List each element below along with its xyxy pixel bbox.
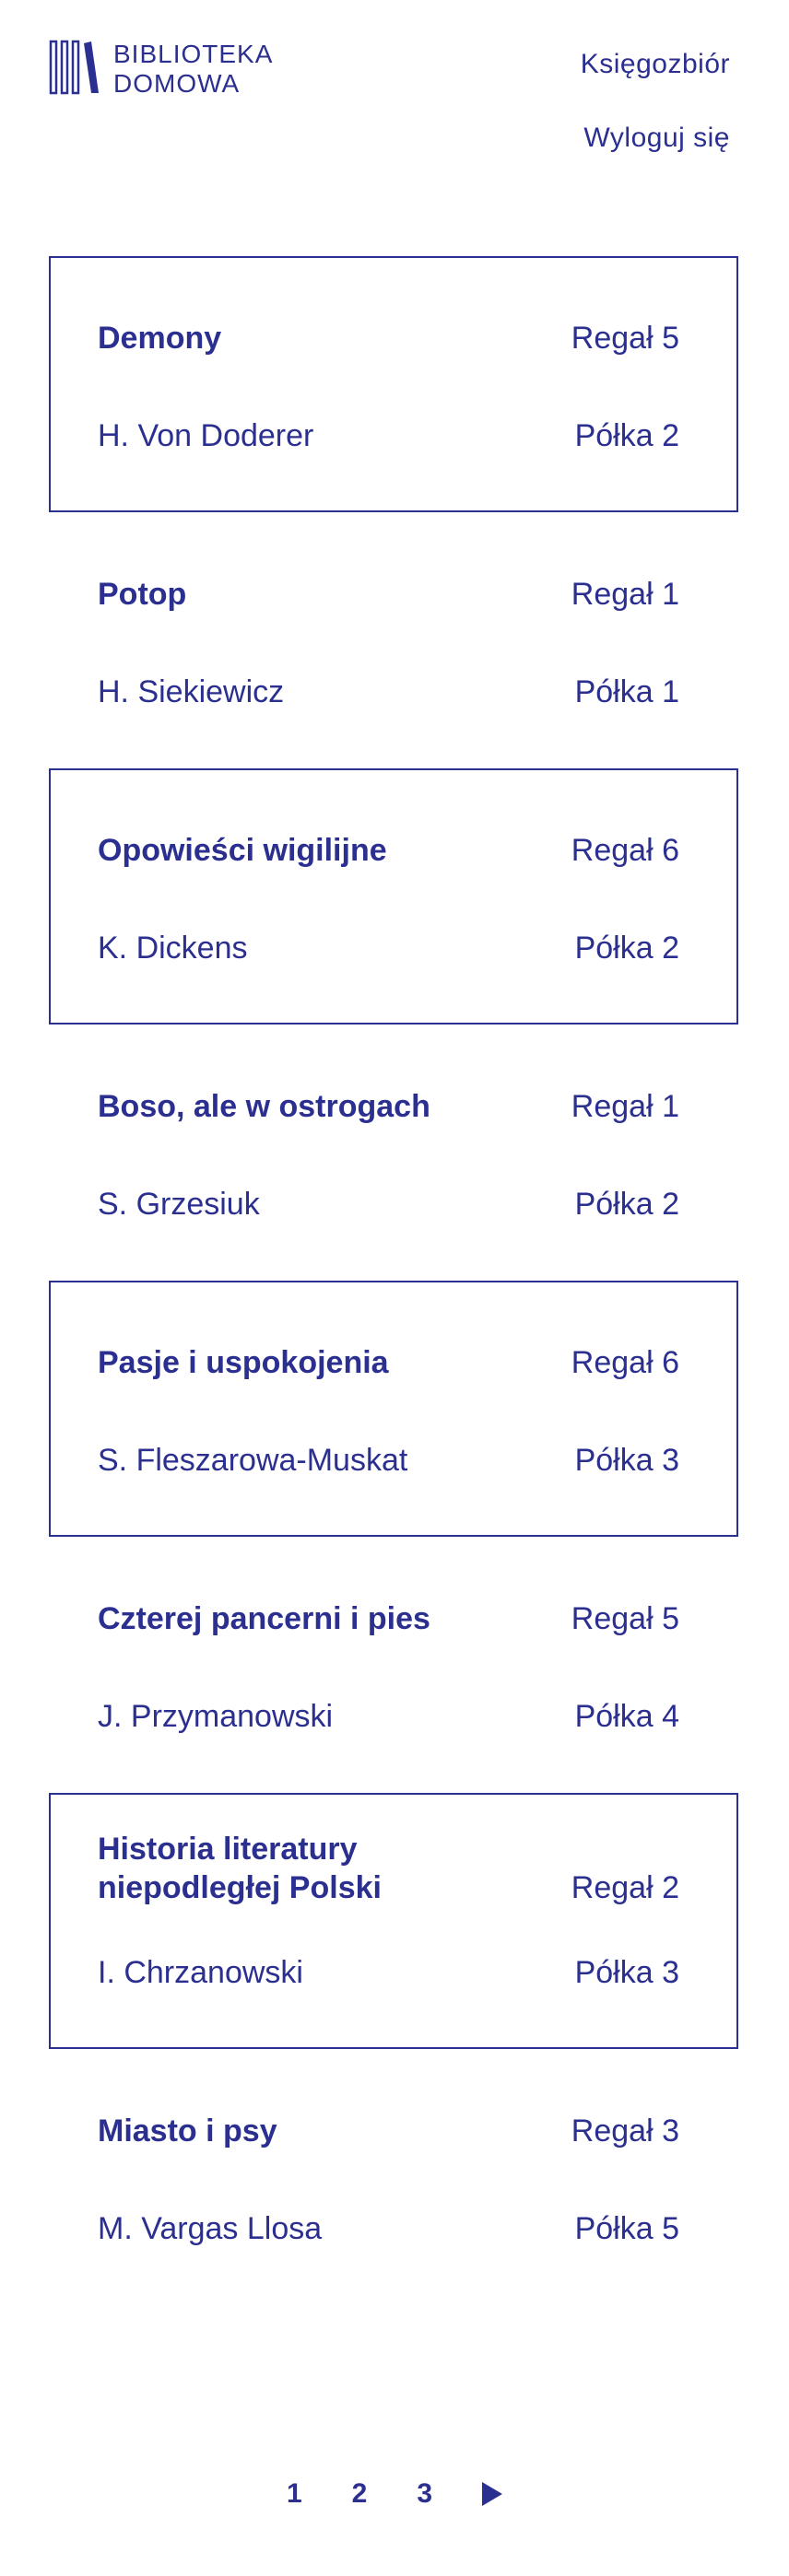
book-rack: Regał 5 [571, 1601, 679, 1636]
book-item[interactable]: Opowieści wigilijne K. Dickens Regał 6 P… [49, 768, 738, 1025]
book-item[interactable]: Historia literatury niepodległej Polski … [49, 1793, 738, 2049]
main-nav: Księgozbiór Wyloguj się [581, 48, 730, 155]
book-author: S. Fleszarowa-Muskat [98, 1443, 408, 1478]
logo-line-2: DOMOWA [113, 69, 241, 98]
book-item[interactable]: Miasto i psy M. Vargas Llosa Regał 3 Pół… [49, 2049, 738, 2305]
book-shelf: Półka 2 [574, 1187, 679, 1222]
book-rack: Regał 1 [571, 577, 679, 612]
book-title: Opowieści wigilijne [98, 833, 387, 868]
logo-line-1: BIBLIOTEKA [113, 40, 274, 68]
book-author: H. Von Doderer [98, 418, 314, 453]
book-item[interactable]: Boso, ale w ostrogach S. Grzesiuk Regał … [49, 1025, 738, 1281]
book-author: M. Vargas Llosa [98, 2211, 323, 2246]
book-rack: Regał 2 [571, 1870, 679, 1905]
book-rack: Regał 6 [571, 833, 679, 868]
next-page-icon[interactable] [482, 2482, 503, 2506]
book-shelf: Półka 4 [574, 1699, 679, 1734]
book-rack: Regał 3 [571, 2113, 679, 2149]
book-shelf: Półka 3 [574, 1443, 679, 1478]
logo-text: BIBLIOTEKA DOMOWA [113, 40, 273, 99]
book-title: Boso, ale w ostrogach [98, 1089, 430, 1124]
book-item[interactable]: Potop H. Siekiewicz Regał 1 Półka 1 [49, 512, 738, 768]
book-list: Demony H. Von Doderer Regał 5 Półka 2 Po… [49, 256, 738, 2305]
book-item[interactable]: Pasje i uspokojenia S. Fleszarowa-Muskat… [49, 1281, 738, 1537]
book-shelf: Półka 2 [574, 418, 679, 453]
book-item[interactable]: Demony H. Von Doderer Regał 5 Półka 2 [49, 256, 738, 512]
book-title: Pasje i uspokojenia [98, 1345, 389, 1380]
book-rack: Regał 5 [571, 321, 679, 356]
books-icon [49, 40, 99, 95]
book-shelf: Półka 2 [574, 931, 679, 966]
book-author: S. Grzesiuk [98, 1187, 260, 1222]
header: BIBLIOTEKA DOMOWA Księgozbiór Wyloguj si… [0, 0, 789, 240]
book-title: Miasto i psy [98, 2113, 277, 2149]
book-title: Czterej pancerni i pies [98, 1601, 430, 1636]
page-link-1[interactable]: 1 [287, 2478, 302, 2510]
nav-link-collection[interactable]: Księgozbiór [581, 48, 730, 81]
page-link-2[interactable]: 2 [352, 2478, 368, 2510]
book-title: Demony [98, 321, 222, 356]
book-title: Potop [98, 577, 187, 612]
page-link-3[interactable]: 3 [417, 2478, 432, 2510]
book-item[interactable]: Czterej pancerni i pies J. Przymanowski … [49, 1537, 738, 1793]
book-rack: Regał 6 [571, 1345, 679, 1380]
book-author: J. Przymanowski [98, 1699, 334, 1734]
book-shelf: Półka 3 [574, 1955, 679, 1990]
book-title: Historia literatury niepodległej Polski [98, 1832, 382, 1905]
nav-link-logout[interactable]: Wyloguj się [581, 122, 730, 155]
book-rack: Regał 1 [571, 1089, 679, 1124]
book-author: I. Chrzanowski [98, 1955, 303, 1990]
logo[interactable]: BIBLIOTEKA DOMOWA [49, 40, 273, 99]
book-shelf: Półka 5 [574, 2211, 679, 2246]
book-author: K. Dickens [98, 931, 248, 966]
book-shelf: Półka 1 [574, 674, 679, 709]
book-author: H. Siekiewicz [98, 674, 285, 709]
pagination: 1 2 3 [0, 2478, 789, 2510]
